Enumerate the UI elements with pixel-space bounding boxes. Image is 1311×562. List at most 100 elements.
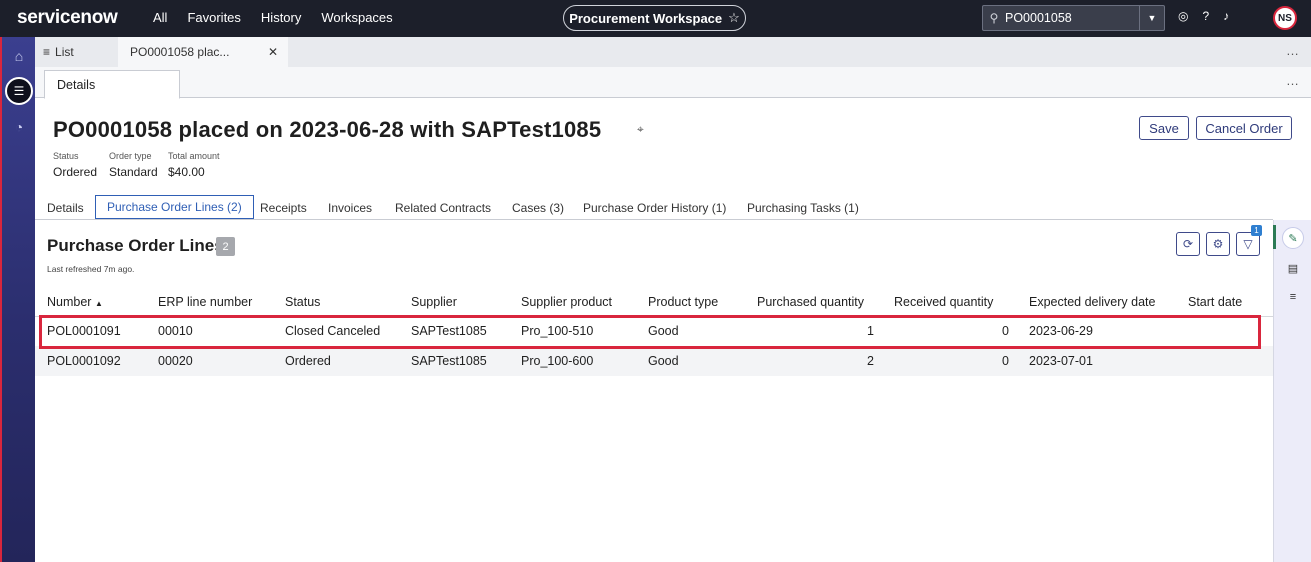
tab-record-label: PO0001058 plac... — [130, 45, 230, 59]
erp-line-number-cell: 00020 — [158, 346, 285, 376]
column-header-purchased-quantity[interactable]: Purchased quantity — [757, 288, 874, 317]
column-header-start-date[interactable]: Start date — [1188, 288, 1273, 317]
nav-history[interactable]: History — [261, 10, 301, 25]
last-refreshed-text: Last refreshed 7m ago. — [47, 264, 135, 274]
more-icon[interactable]: … — [1286, 73, 1299, 88]
tab-purchase-order-history[interactable]: Purchase Order History (1) — [583, 196, 726, 220]
column-number-label: Number — [47, 294, 92, 309]
supplier-product-link[interactable]: Pro_100-600 — [521, 346, 648, 376]
column-header-expected-delivery-date[interactable]: Expected delivery date — [1029, 288, 1188, 317]
supplier-link[interactable]: SAPTest1085 — [411, 346, 521, 376]
search-scope-chevron-down-icon[interactable]: ▼ — [1139, 6, 1164, 30]
received-quantity-cell: 0 — [894, 346, 1009, 376]
nav-all[interactable]: All — [153, 10, 167, 25]
column-header-supplier[interactable]: Supplier — [411, 288, 521, 317]
workspace-name: Procurement Workspace — [569, 10, 723, 26]
left-app-rail: ⌂ ☰ ◔ — [0, 37, 35, 562]
user-avatar[interactable]: NS — [1273, 6, 1297, 30]
supplier-link[interactable]: SAPTest1085 — [411, 316, 521, 346]
column-header-status[interactable]: Status — [285, 288, 411, 317]
list-icon[interactable]: ☰ — [5, 77, 33, 105]
top-utility-icons: ◎ ? ♪ — [1178, 9, 1229, 23]
global-search-input[interactable] — [1005, 11, 1135, 25]
page-title: PO0001058 placed on 2023-06-28 with SAPT… — [53, 117, 602, 142]
bell-icon[interactable]: ♪ — [1223, 9, 1229, 23]
search-icon: ⚲ — [989, 11, 999, 25]
refresh-button[interactable]: ⟳ — [1176, 232, 1200, 256]
expected-delivery-date-cell: 2023-06-29 — [1029, 324, 1093, 339]
tab-record[interactable]: PO0001058 plac... ✕ — [118, 37, 288, 67]
purchased-quantity-cell: 1 — [867, 324, 874, 339]
document-icon[interactable]: ▤ — [1282, 257, 1304, 279]
purchased-quantity-cell: 2 — [757, 346, 874, 376]
total-amount-label: Total amount — [168, 151, 220, 161]
column-header-received-quantity[interactable]: Received quantity — [894, 288, 1009, 317]
start-date-cell — [1188, 346, 1273, 376]
status-cell: Closed Canceled — [285, 324, 381, 339]
line-number-link[interactable]: POL0001092 — [47, 346, 158, 376]
home-icon[interactable]: ⌂ — [7, 44, 31, 68]
table-header-row: Number ▲ ERP line number Status Supplier… — [35, 288, 1273, 317]
table-row[interactable]: POL0001091 00010 Closed Canceled SAPTest… — [35, 316, 1273, 346]
star-icon[interactable]: ☆ — [728, 10, 740, 26]
nav-favorites[interactable]: Favorites — [187, 10, 240, 25]
total-amount-value: $40.00 — [168, 165, 205, 179]
tab-invoices[interactable]: Invoices — [328, 196, 372, 220]
table-row[interactable]: POL0001092 00020 Ordered SAPTest1085 Pro… — [35, 346, 1273, 376]
servicenow-logo[interactable]: servicenow — [17, 7, 118, 29]
tab-list-label: List — [55, 45, 74, 59]
column-header-erp-line-number[interactable]: ERP line number — [158, 288, 285, 317]
supplier-product-link[interactable]: Pro_100-510 — [521, 316, 648, 346]
status-cell: Ordered — [285, 346, 411, 376]
order-type-value: Standard — [109, 165, 158, 179]
erp-line-number-cell: 00010 — [158, 324, 193, 339]
workspace-tab-strip: ≡ List PO0001058 plac... ✕ … — [35, 37, 1311, 67]
related-list-title: Purchase Order Lines — [47, 236, 224, 255]
tag-icon[interactable]: ⌖ — [637, 122, 644, 137]
list-lines-icon[interactable]: ≡ — [1282, 286, 1304, 308]
tab-cases[interactable]: Cases (3) — [512, 196, 564, 220]
cancel-order-button[interactable]: Cancel Order — [1196, 116, 1292, 140]
global-search[interactable]: ⚲ ▼ — [982, 5, 1165, 31]
column-header-number[interactable]: Number ▲ — [47, 288, 158, 317]
top-nav-menu: All Favorites History Workspaces — [153, 10, 393, 25]
product-type-cell: Good — [648, 346, 757, 376]
tab-related-contracts[interactable]: Related Contracts — [395, 196, 491, 220]
filter-count-badge: 1 — [1251, 225, 1262, 236]
related-list-count-badge: 2 — [216, 237, 235, 256]
status-label: Status — [53, 151, 79, 161]
list-lines-icon: ≡ — [43, 45, 51, 59]
right-context-rail: ✎ ▤ ≡ — [1273, 220, 1311, 562]
attachment-icon[interactable]: ✎ — [1282, 227, 1304, 249]
top-navigation-bar: servicenow All Favorites History Workspa… — [0, 0, 1311, 37]
received-quantity-cell: 0 — [1002, 324, 1009, 339]
related-tabs: Details Purchase Order Lines (2) Receipt… — [35, 195, 1273, 220]
start-date-cell — [1188, 316, 1273, 346]
record-subtab-bar: Details … — [35, 67, 1311, 99]
nav-workspaces[interactable]: Workspaces — [321, 10, 392, 25]
close-tab-icon[interactable]: ✕ — [268, 45, 278, 59]
sort-ascending-icon: ▲ — [94, 298, 103, 308]
dashboard-icon[interactable]: ◔ — [7, 115, 31, 139]
line-number-link[interactable]: POL0001091 — [47, 316, 158, 346]
status-value: Ordered — [53, 165, 98, 179]
workspace-switcher[interactable]: Procurement Workspace ☆ — [563, 5, 746, 31]
column-header-supplier-product[interactable]: Supplier product — [521, 288, 648, 317]
active-rail-marker — [1273, 225, 1276, 249]
expected-delivery-date-cell: 2023-07-01 — [1029, 346, 1188, 376]
product-type-cell: Good — [648, 324, 679, 339]
order-type-label: Order type — [109, 151, 152, 161]
more-icon[interactable]: … — [1286, 43, 1299, 58]
settings-button[interactable]: ⚙ — [1206, 232, 1230, 256]
tab-receipts[interactable]: Receipts — [260, 196, 307, 220]
help-icon[interactable]: ? — [1202, 9, 1209, 23]
save-button[interactable]: Save — [1139, 116, 1189, 140]
tab-purchase-order-lines[interactable]: Purchase Order Lines (2) — [95, 195, 254, 219]
purchase-order-lines-table: Number ▲ ERP line number Status Supplier… — [35, 288, 1273, 376]
tab-details-related[interactable]: Details — [47, 196, 84, 220]
chat-icon[interactable]: ◎ — [1178, 9, 1188, 23]
tab-details[interactable]: Details — [44, 70, 180, 99]
tab-purchasing-tasks[interactable]: Purchasing Tasks (1) — [747, 196, 859, 220]
tab-list[interactable]: ≡ List — [43, 45, 74, 59]
column-header-product-type[interactable]: Product type — [648, 288, 757, 317]
